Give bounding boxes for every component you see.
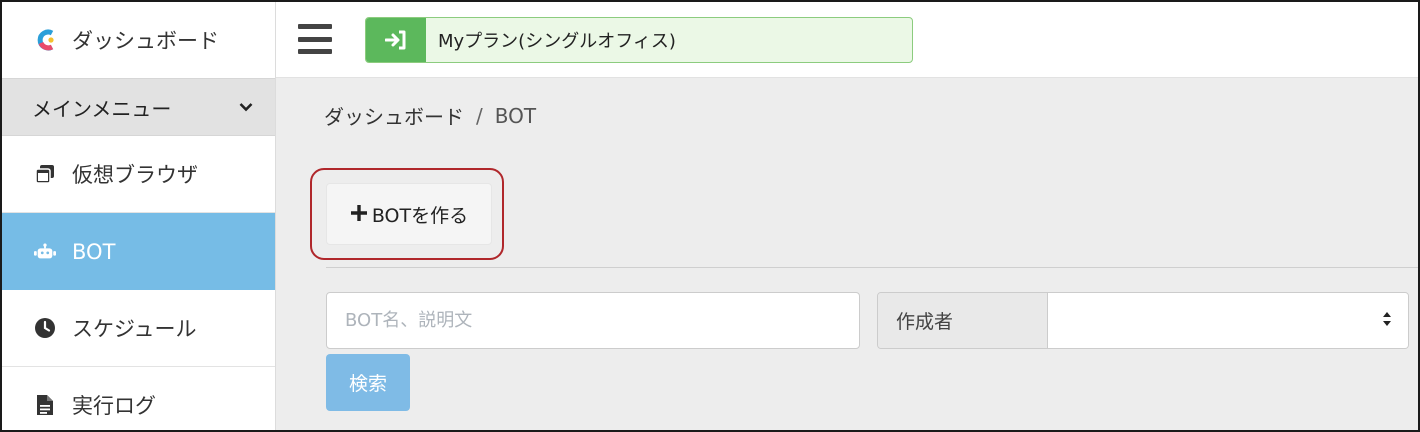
app-logo-icon [36,29,58,51]
plus-icon [350,202,368,226]
sidebar-item-label: スケジュール [72,317,197,341]
document-icon [34,394,56,416]
main-menu-toggle[interactable]: メインメニュー [2,78,275,136]
main-content: ダッシュボード / BOT BOTを作る 作成者 [276,79,1418,430]
select-arrows-icon [1382,311,1392,327]
clock-icon [34,317,56,339]
app-window: ダッシュボード メインメニュー 仮想ブラウザ BOT スケジュール 実行ログ M… [0,0,1420,432]
sidebar-item-label: BOT [72,239,116,264]
sign-in-icon [366,18,426,62]
brand-title: ダッシュボード [72,29,219,53]
breadcrumb: ダッシュボード / BOT [324,101,536,130]
hamburger-menu-icon[interactable] [298,24,332,54]
robot-icon [34,241,56,263]
search-input[interactable] [326,292,860,349]
breadcrumb-current: BOT [494,103,537,128]
sidebar-item-schedule[interactable]: スケジュール [2,290,275,367]
sidebar-item-virtual-browser[interactable]: 仮想ブラウザ [2,136,275,213]
plan-label: Myプラン(シングルオフィス) [438,31,676,52]
chevron-down-icon [239,98,253,116]
sidebar-item-label: 実行ログ [72,394,156,418]
breadcrumb-home-link[interactable]: ダッシュボード [324,101,464,130]
search-button[interactable]: 検索 [326,354,410,411]
breadcrumb-separator: / [476,103,483,128]
plan-indicator[interactable]: Myプラン(シングルオフィス) [365,17,913,63]
brand-link[interactable]: ダッシュボード [2,2,275,78]
sidebar-item-bot[interactable]: BOT [2,213,275,290]
browser-windows-icon [34,163,56,185]
sidebar-item-execution-log[interactable]: 実行ログ [2,367,275,430]
author-select[interactable] [1048,293,1408,348]
sidebar-item-label: 仮想ブラウザ [72,163,198,187]
author-filter: 作成者 [877,292,1409,349]
divider [326,267,1418,268]
author-label: 作成者 [878,293,1048,348]
top-bar: Myプラン(シングルオフィス) [276,2,1418,78]
create-bot-button[interactable]: BOTを作る [326,183,492,245]
sidebar: ダッシュボード メインメニュー 仮想ブラウザ BOT スケジュール 実行ログ [2,2,276,430]
create-bot-label: BOTを作る [371,204,469,227]
main-menu-label: メインメニュー [32,96,172,121]
